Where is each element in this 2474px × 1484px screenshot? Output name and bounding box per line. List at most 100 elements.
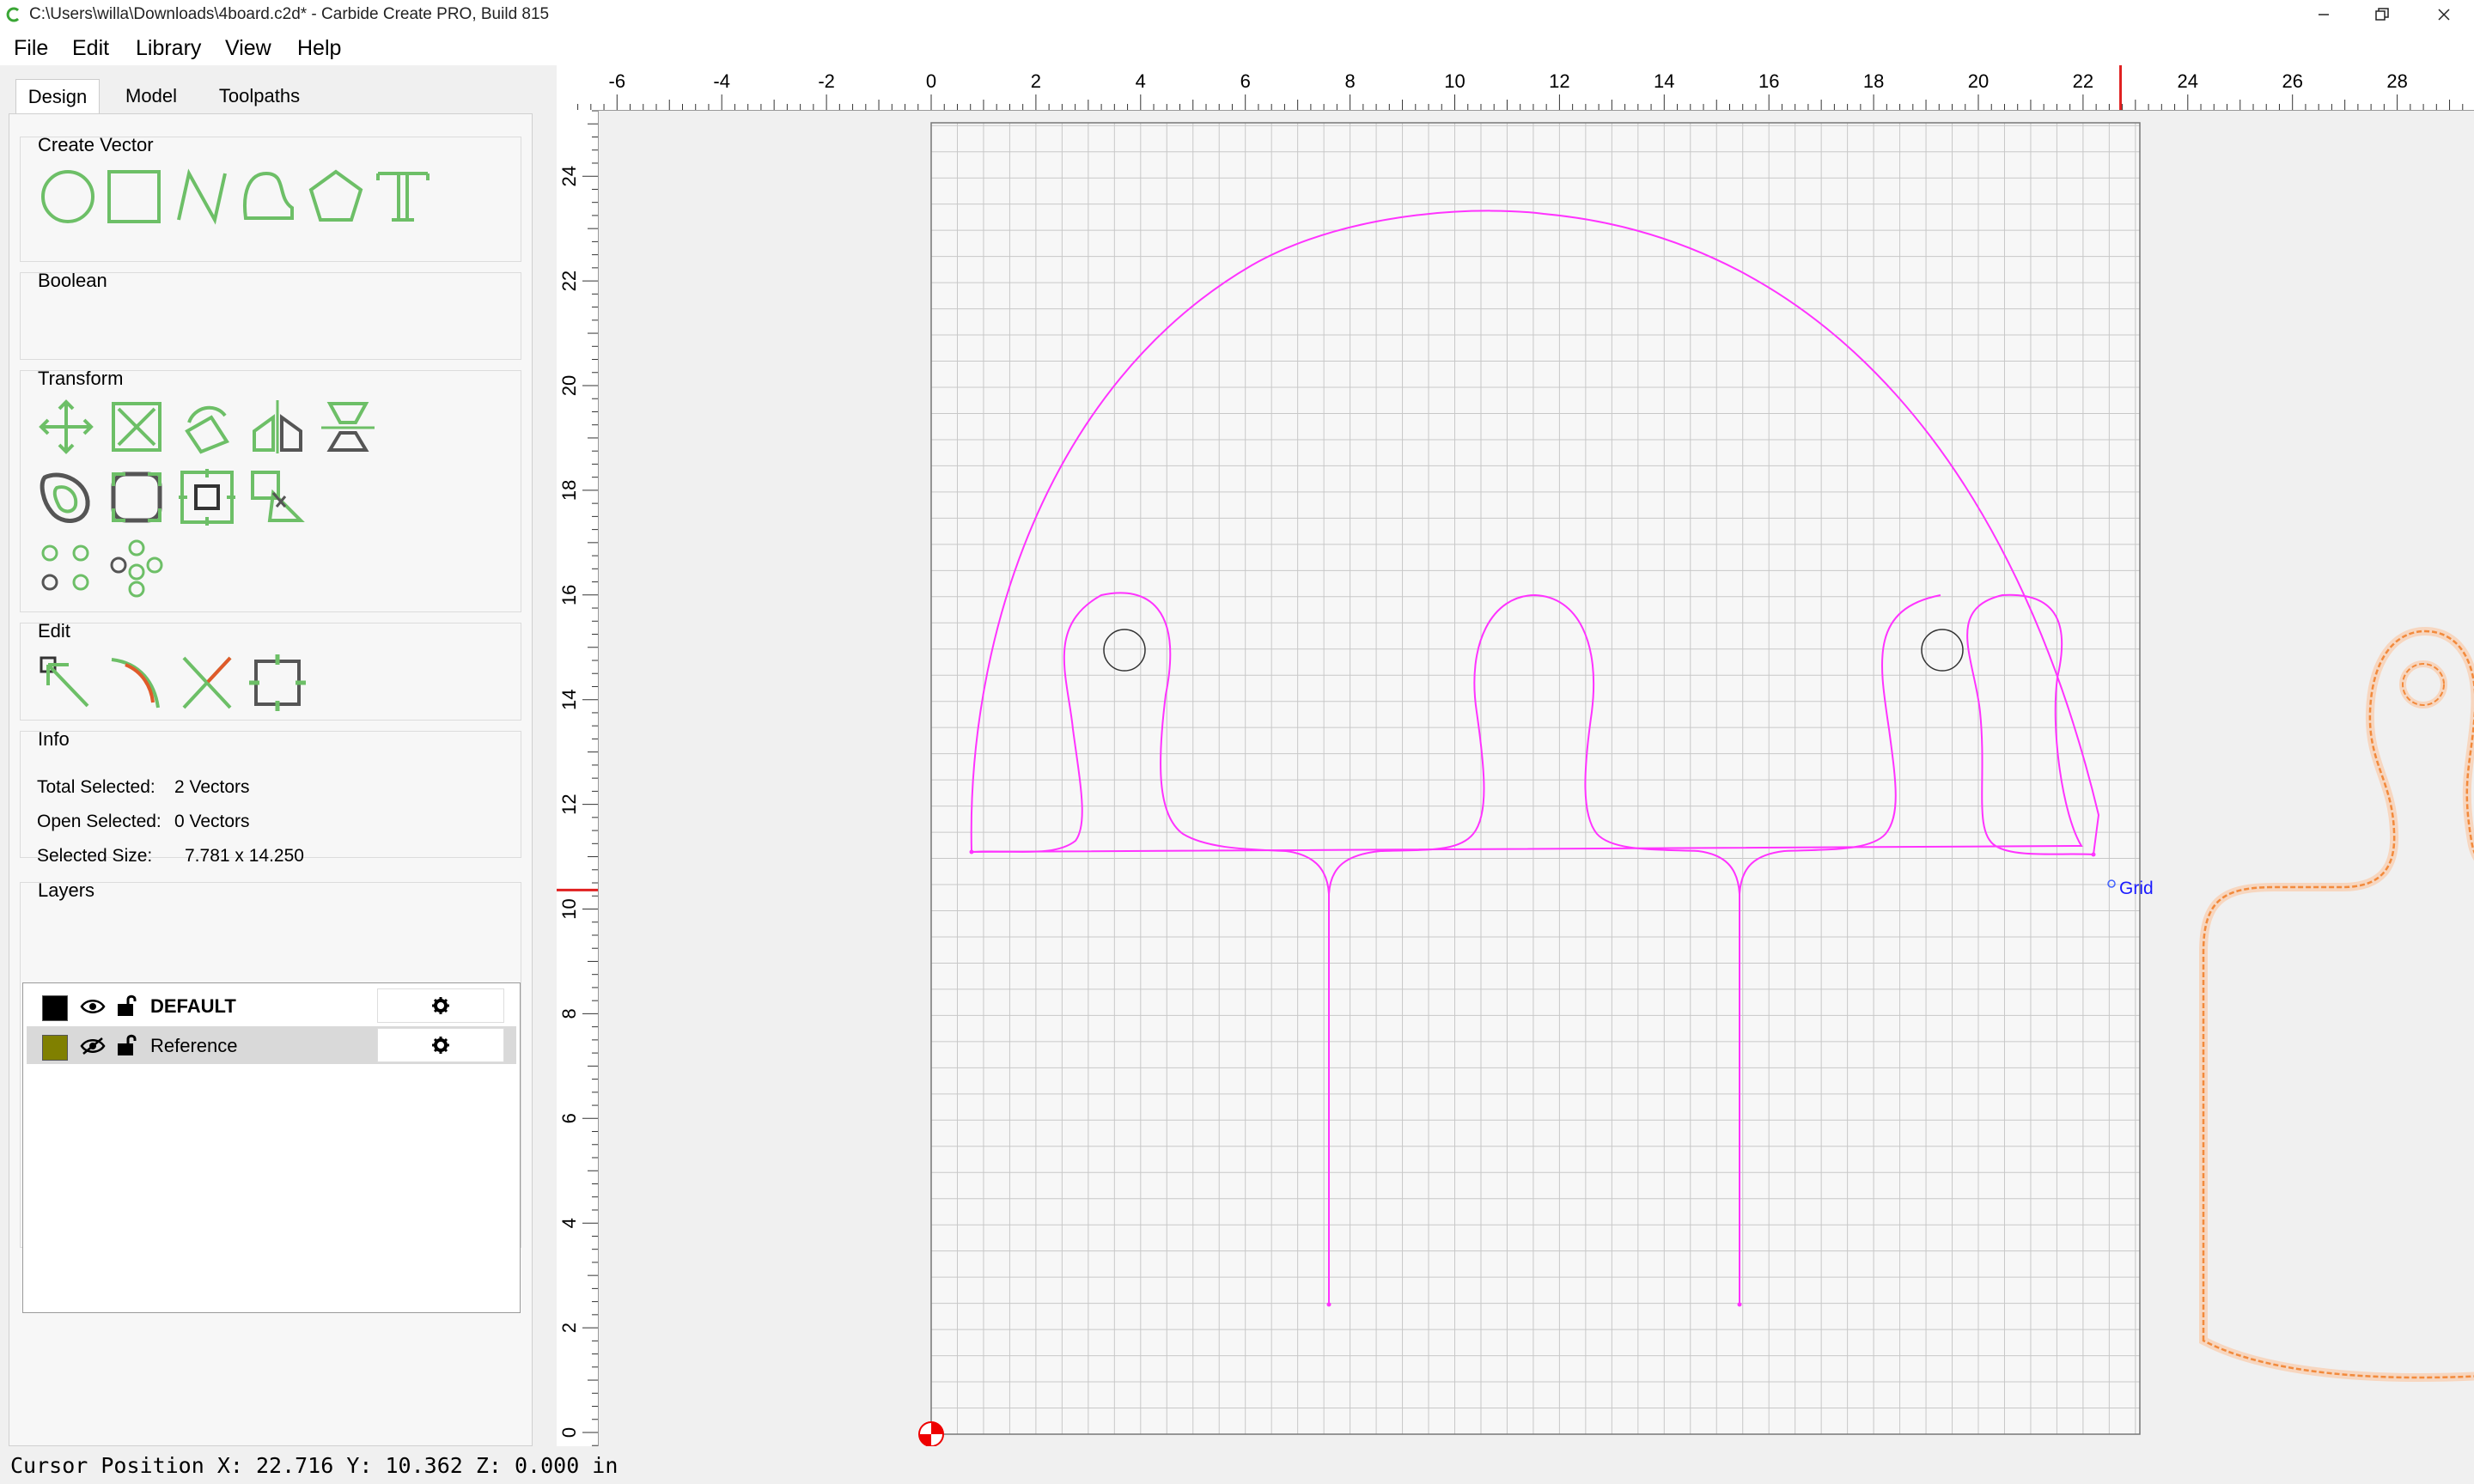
fillet-icon[interactable] <box>107 467 167 527</box>
layers-list: DEFAULT Reference <box>22 982 521 1313</box>
menu-help[interactable]: Help <box>297 36 341 61</box>
layer-color-swatch[interactable] <box>42 995 68 1021</box>
left-panel: Design Model Toolpaths Create Vector Boo… <box>0 65 550 1448</box>
ruler-label: 10 <box>1444 70 1465 92</box>
layer-color-swatch[interactable] <box>42 1035 68 1061</box>
unlock-icon[interactable] <box>116 994 138 1018</box>
unlock-icon[interactable] <box>116 1033 138 1057</box>
tab-toolpaths[interactable]: Toolpaths <box>206 79 313 113</box>
polygon-icon[interactable] <box>306 167 366 227</box>
shear-icon[interactable] <box>247 467 308 527</box>
node-edit-icon[interactable] <box>36 653 96 713</box>
info-row: Selected Size: 7.781 x 14.250 <box>37 846 304 867</box>
layers-title: Layers <box>38 879 95 901</box>
edit-title: Edit <box>38 620 70 642</box>
tab-model[interactable]: Model <box>117 79 186 113</box>
transform-title: Transform <box>38 368 124 389</box>
ruler-label: 10 <box>558 898 580 919</box>
circular-pattern-icon[interactable] <box>36 538 96 598</box>
restore-icon <box>2375 8 2389 21</box>
ruler-label: 4 <box>1136 70 1146 92</box>
canvas-drawing[interactable]: Grid <box>599 111 2474 1447</box>
mirror-icon[interactable] <box>247 397 308 457</box>
eye-hidden-icon[interactable] <box>80 1037 106 1055</box>
stock-background <box>931 123 2140 1434</box>
cursor-position-status: Cursor Position X: 22.716 Y: 10.362 Z: 0… <box>10 1453 618 1478</box>
polyline-icon[interactable] <box>172 167 232 227</box>
info-title: Info <box>38 728 70 750</box>
layer-settings-button[interactable] <box>377 1028 504 1062</box>
status-bar: Cursor Position X: 22.716 Y: 10.362 Z: 0… <box>0 1450 2474 1484</box>
menu-file[interactable]: File <box>14 36 48 61</box>
info-label: Total Selected: <box>37 777 155 797</box>
info-value: 0 Vectors <box>174 812 250 831</box>
ruler-label: 20 <box>558 375 580 396</box>
menu-view[interactable]: View <box>225 36 271 61</box>
vector-node[interactable] <box>1737 1302 1742 1307</box>
transform-group: Transform <box>20 368 521 612</box>
edit-group: Edit <box>20 620 521 721</box>
close-button[interactable] <box>2405 0 2474 29</box>
reference-board-toolpath[interactable] <box>2202 629 2474 1379</box>
ruler-label: 20 <box>1968 70 1989 92</box>
info-row: Open Selected: 0 Vectors <box>37 812 250 832</box>
menu-edit[interactable]: Edit <box>72 36 109 61</box>
ruler-label: -4 <box>713 70 730 92</box>
layer-settings-button[interactable] <box>377 988 504 1023</box>
layer-row-default[interactable]: DEFAULT <box>27 987 516 1025</box>
layer-name: DEFAULT <box>150 995 236 1017</box>
rotate-icon[interactable] <box>177 397 237 457</box>
ruler-label: 22 <box>2073 70 2093 92</box>
reference-hole-toolpath[interactable] <box>2402 663 2445 706</box>
menu-library[interactable]: Library <box>136 36 201 61</box>
grid-snap-label: Grid <box>2119 879 2154 898</box>
info-value: 7.781 x 14.250 <box>185 846 304 866</box>
layer-row-reference[interactable]: Reference <box>27 1026 516 1064</box>
ruler-label: 0 <box>558 1427 580 1438</box>
horizontal-ruler-ticks: -6 -4 -2 0 2 4 6 8 10 12 14 16 18 20 22 24 26 28 <box>577 65 2464 110</box>
ruler-label: 8 <box>1344 70 1355 92</box>
ruler-label: 22 <box>558 271 580 291</box>
vertical-ruler: 0 2 4 6 8 10 12 14 16 18 20 22 24 <box>557 110 599 1446</box>
ruler-label: 12 <box>1549 70 1569 92</box>
info-label: Open Selected: <box>37 812 161 831</box>
smooth-node-icon[interactable] <box>107 653 167 713</box>
ruler-label: 8 <box>558 1008 580 1019</box>
tab-design[interactable]: Design <box>15 79 100 114</box>
ruler-label: 24 <box>2178 70 2198 92</box>
ruler-label: 14 <box>1654 70 1674 92</box>
ruler-label: 12 <box>558 794 580 814</box>
offset-icon[interactable] <box>36 467 96 527</box>
linear-pattern-icon[interactable] <box>107 538 167 598</box>
menu-bar: File Edit Library View Help <box>0 29 2474 65</box>
vector-node[interactable] <box>1326 1302 1331 1307</box>
trim-icon[interactable] <box>177 653 237 713</box>
array-icon[interactable] <box>177 467 237 527</box>
boolean-group: Boolean <box>20 270 521 360</box>
ruler-label: 18 <box>558 480 580 501</box>
origin-marker-icon <box>918 1421 944 1447</box>
circle-icon[interactable] <box>38 167 98 227</box>
vertical-ruler-ticks: 024681012141618202224 <box>557 110 598 1446</box>
rectangle-icon[interactable] <box>105 167 165 227</box>
window-title: C:\Users\willa\Downloads\4board.c2d* - C… <box>29 5 550 23</box>
bounding-box-icon[interactable] <box>247 653 308 713</box>
create-vector-group: Create Vector <box>20 134 521 262</box>
curve-icon[interactable] <box>239 167 299 227</box>
grid-lines <box>930 123 2140 1435</box>
eye-icon[interactable] <box>80 997 106 1016</box>
align-icon[interactable] <box>318 397 378 457</box>
vector-node[interactable] <box>2091 852 2096 857</box>
ruler-label: 16 <box>558 585 580 605</box>
horizontal-ruler: -6 -4 -2 0 2 4 6 8 10 12 14 16 18 20 22 24 26 28 <box>557 65 2474 111</box>
vector-node[interactable] <box>969 849 974 855</box>
text-icon[interactable] <box>373 167 433 227</box>
reference-board-path[interactable] <box>2199 626 2474 1383</box>
gear-icon <box>432 1037 449 1054</box>
ruler-label: 6 <box>1240 70 1251 92</box>
create-vector-title: Create Vector <box>38 134 154 155</box>
design-canvas[interactable]: Grid <box>599 111 2474 1447</box>
move-icon[interactable] <box>36 397 96 457</box>
info-value: 2 Vectors <box>174 777 250 797</box>
scale-icon[interactable] <box>107 397 167 457</box>
